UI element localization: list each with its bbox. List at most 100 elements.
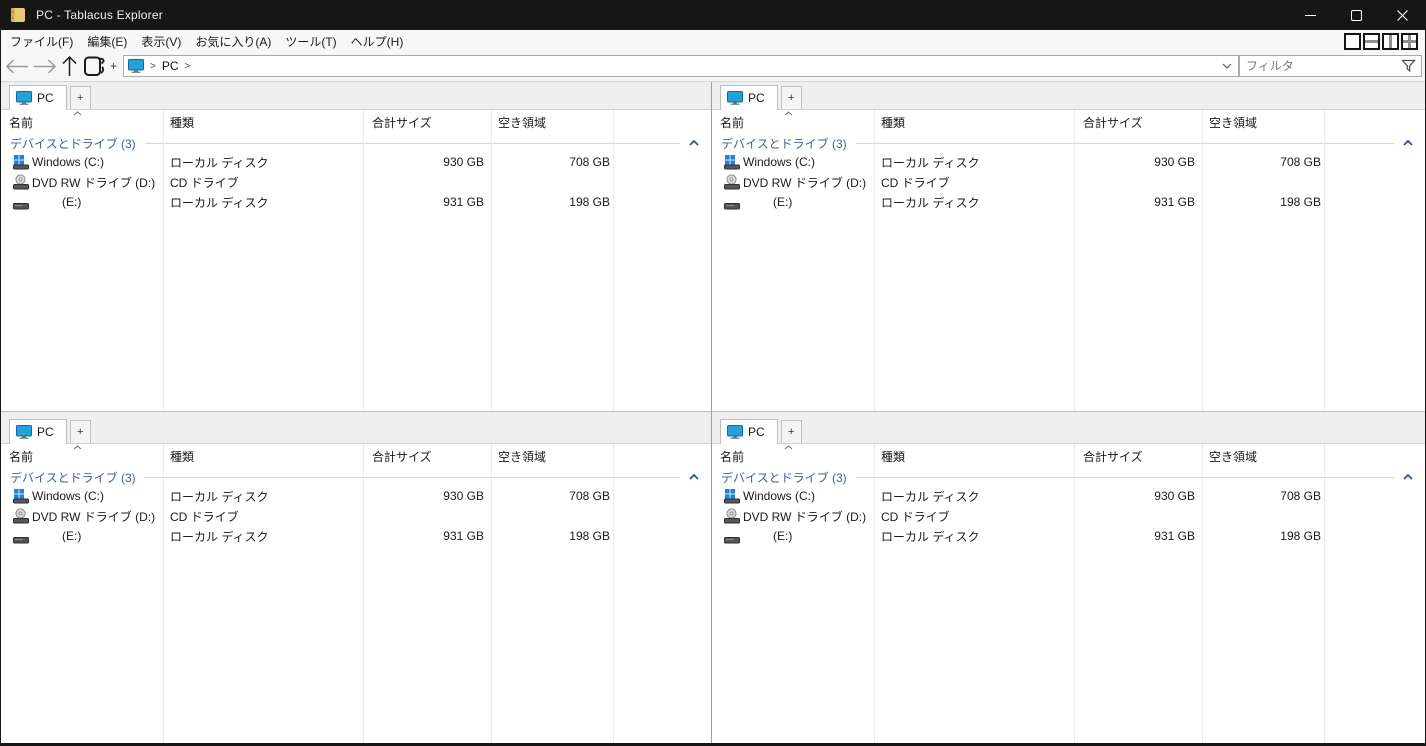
drive-type: ローカル ディスク	[163, 154, 363, 171]
column-divider	[1324, 110, 1325, 411]
layout-single-pane-icon[interactable]	[1344, 33, 1361, 50]
column-divider	[363, 444, 364, 743]
group-collapse-icon[interactable]	[1403, 140, 1413, 146]
drive-type: ローカル ディスク	[874, 528, 1074, 545]
menu-file[interactable]: ファイル(F)	[3, 33, 80, 50]
new-tab-button[interactable]: +	[781, 420, 802, 443]
drive-row-windows-c[interactable]: Windows (C:) ローカル ディスク 930 GB 708 GB	[712, 152, 1425, 172]
drive-row-e[interactable]: (E:) ローカル ディスク 931 GB 198 GB	[712, 526, 1425, 546]
forward-arrow-icon	[33, 58, 57, 75]
group-collapse-icon[interactable]	[689, 140, 699, 146]
drive-name: (E:)	[743, 195, 792, 209]
column-header-total-size[interactable]: 合計サイズ	[1074, 114, 1202, 131]
tab-pc[interactable]: PC	[720, 85, 778, 110]
drive-row-windows-c[interactable]: Windows (C:) ローカル ディスク 930 GB 708 GB	[1, 486, 711, 506]
breadcrumb-location[interactable]: PC	[162, 59, 179, 73]
file-list: 名前 種類 合計サイズ 空き領域 デバイスとドライブ (3)	[712, 444, 1425, 743]
drive-row-e[interactable]: (E:) ローカル ディスク 931 GB 198 GB	[712, 192, 1425, 212]
drive-row-dvd-d[interactable]: DVD RW ドライブ (D:) CD ドライブ	[1, 172, 711, 192]
menu-favorites[interactable]: お気に入り(A)	[188, 33, 278, 50]
column-divider	[163, 444, 164, 743]
new-tab-plus-label[interactable]: +	[109, 59, 120, 73]
column-divider	[1202, 110, 1203, 411]
menu-help[interactable]: ヘルプ(H)	[344, 33, 411, 50]
drive-name: DVD RW ドライブ (D:)	[743, 174, 866, 191]
tab-bar: PC +	[1, 82, 711, 110]
sort-ascending-icon	[784, 111, 793, 116]
column-header-name[interactable]: 名前	[1, 114, 163, 131]
new-tab-button[interactable]	[80, 53, 109, 79]
column-header-total-size[interactable]: 合計サイズ	[1074, 448, 1202, 465]
group-label[interactable]: デバイスとドライブ (3)	[10, 469, 136, 486]
filter-input[interactable]	[1242, 59, 1401, 73]
drive-row-e[interactable]: (E:) ローカル ディスク 931 GB 198 GB	[1, 192, 711, 212]
tab-pc[interactable]: PC	[9, 85, 67, 110]
column-header-name[interactable]: 名前	[1, 448, 163, 465]
new-tab-button[interactable]: +	[70, 86, 91, 109]
tab-label: PC	[37, 91, 54, 105]
drive-free-space: 708 GB	[491, 489, 613, 503]
drive-name: Windows (C:)	[743, 155, 815, 169]
drive-type: ローカル ディスク	[874, 154, 1074, 171]
column-divider	[163, 110, 164, 411]
back-button[interactable]	[3, 53, 31, 79]
column-header-type[interactable]: 種類	[874, 114, 1074, 131]
file-list: 名前 種類 合計サイズ 空き領域 デバイスとドライブ (3)	[712, 110, 1425, 411]
column-header-row: 名前 種類 合計サイズ 空き領域	[1, 110, 711, 134]
forward-button[interactable]	[31, 53, 59, 79]
layout-split-vertical-icon[interactable]	[1382, 33, 1399, 50]
up-button[interactable]	[59, 53, 80, 79]
column-header-type[interactable]: 種類	[874, 448, 1074, 465]
pc-monitor-icon	[727, 425, 743, 439]
tab-bar: PC +	[712, 412, 1425, 444]
column-header-free-space[interactable]: 空き領域	[1202, 448, 1324, 465]
column-header-total-size[interactable]: 合計サイズ	[363, 448, 491, 465]
group-label[interactable]: デバイスとドライブ (3)	[10, 135, 136, 152]
group-label[interactable]: デバイスとドライブ (3)	[721, 469, 847, 486]
group-collapse-icon[interactable]	[1403, 474, 1413, 480]
group-label[interactable]: デバイスとドライブ (3)	[721, 135, 847, 152]
dvd-drive-icon	[724, 508, 740, 524]
maximize-button[interactable]	[1333, 0, 1379, 30]
pc-monitor-icon	[128, 59, 144, 73]
drive-type: CD ドライブ	[163, 174, 363, 191]
new-tab-button[interactable]: +	[781, 86, 802, 109]
column-header-name[interactable]: 名前	[712, 114, 874, 131]
tab-label: PC	[37, 425, 54, 439]
menu-view[interactable]: 表示(V)	[134, 33, 188, 50]
column-header-free-space[interactable]: 空き領域	[491, 114, 613, 131]
column-header-type[interactable]: 種類	[163, 448, 363, 465]
back-arrow-icon	[5, 58, 29, 75]
minimize-button[interactable]	[1287, 0, 1333, 30]
tab-bar: PC +	[712, 82, 1425, 110]
menu-bar: ファイル(F) 編集(E) 表示(V) お気に入り(A) ツール(T) ヘルプ(…	[1, 30, 1425, 53]
drive-row-dvd-d[interactable]: DVD RW ドライブ (D:) CD ドライブ	[712, 172, 1425, 192]
breadcrumb-separator: >	[146, 61, 160, 72]
dvd-drive-icon	[13, 508, 29, 524]
drive-total-size: 931 GB	[1074, 529, 1202, 543]
menu-edit[interactable]: 編集(E)	[80, 33, 134, 50]
close-button[interactable]	[1379, 0, 1425, 30]
column-header-free-space[interactable]: 空き領域	[1202, 114, 1324, 131]
menu-tools[interactable]: ツール(T)	[278, 33, 343, 50]
drive-row-windows-c[interactable]: Windows (C:) ローカル ディスク 930 GB 708 GB	[712, 486, 1425, 506]
column-header-free-space[interactable]: 空き領域	[491, 448, 613, 465]
drive-row-windows-c[interactable]: Windows (C:) ローカル ディスク 930 GB 708 GB	[1, 152, 711, 172]
tab-pc[interactable]: PC	[9, 419, 67, 444]
address-dropdown-icon[interactable]	[1222, 63, 1234, 69]
group-collapse-icon[interactable]	[689, 474, 699, 480]
group-header-devices-and-drives: デバイスとドライブ (3)	[712, 134, 1425, 152]
drive-row-e[interactable]: (E:) ローカル ディスク 931 GB 198 GB	[1, 526, 711, 546]
drive-row-dvd-d[interactable]: DVD RW ドライブ (D:) CD ドライブ	[712, 506, 1425, 526]
tab-pc[interactable]: PC	[720, 419, 778, 444]
address-bar[interactable]: > PC >	[123, 55, 1239, 77]
layout-split-horizontal-icon[interactable]	[1363, 33, 1380, 50]
column-header-total-size[interactable]: 合計サイズ	[363, 114, 491, 131]
column-header-type[interactable]: 種類	[163, 114, 363, 131]
drive-type: ローカル ディスク	[874, 488, 1074, 505]
layout-grid-2x2-icon[interactable]	[1401, 33, 1418, 50]
new-tab-button[interactable]: +	[70, 420, 91, 443]
column-header-name[interactable]: 名前	[712, 448, 874, 465]
drive-row-dvd-d[interactable]: DVD RW ドライブ (D:) CD ドライブ	[1, 506, 711, 526]
breadcrumb-separator[interactable]: >	[181, 61, 195, 72]
